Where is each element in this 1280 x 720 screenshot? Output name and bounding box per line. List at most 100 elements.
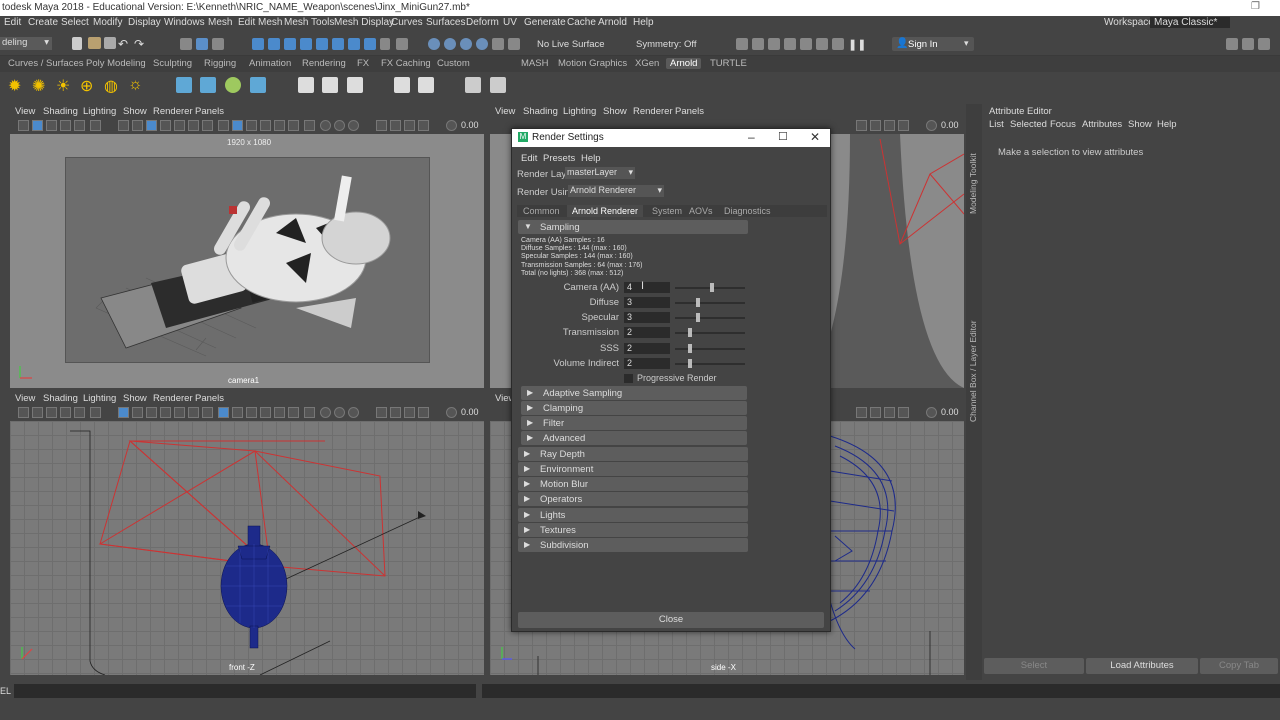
anti-alias-icon[interactable] xyxy=(320,407,331,418)
xray-joints-icon[interactable] xyxy=(870,120,881,131)
film-gate-icon[interactable] xyxy=(132,407,143,418)
shelf-tab-animation[interactable]: Animation xyxy=(249,58,291,69)
vp-menu-renderer[interactable]: Renderer xyxy=(153,106,193,117)
workspace-select[interactable]: Maya Classic* xyxy=(1150,17,1230,28)
xray-icon[interactable] xyxy=(376,120,387,131)
vp-menu-renderer[interactable]: Renderer xyxy=(153,393,193,404)
input-ops-icon[interactable] xyxy=(364,38,376,50)
frame-textures[interactable]: ▶ Textures xyxy=(518,523,748,537)
render-region-icon[interactable] xyxy=(752,38,764,50)
mesh-light-icon[interactable]: ☀ xyxy=(56,76,70,96)
shelf-tab-sculpting[interactable]: Sculpting xyxy=(153,58,192,69)
volume-indirect-slider[interactable] xyxy=(675,363,745,365)
render-settings-icon[interactable] xyxy=(476,38,488,50)
vp-menu-lighting[interactable]: Lighting xyxy=(563,106,596,117)
lasso-tool-icon[interactable] xyxy=(196,38,208,50)
menu-create[interactable]: Create xyxy=(28,17,58,28)
vp-menu-shading[interactable]: Shading xyxy=(43,393,78,404)
restore-icon[interactable]: ❐ xyxy=(1251,1,1260,12)
two-d-pan-icon[interactable] xyxy=(74,120,85,131)
frame-lights[interactable]: ▶ Lights xyxy=(518,508,748,522)
ae-menu-focus[interactable]: Focus xyxy=(1050,119,1076,130)
select-camera-icon[interactable] xyxy=(18,120,29,131)
select-camera-icon[interactable] xyxy=(18,407,29,418)
menu-mesh-tools[interactable]: Mesh Tools xyxy=(284,17,334,28)
slider-knob[interactable] xyxy=(696,298,701,307)
camera-attr-icon[interactable] xyxy=(32,120,43,131)
render-using-select[interactable]: Arnold Renderer ▾ xyxy=(568,185,664,197)
textured-icon[interactable] xyxy=(260,120,271,131)
snap-projected-icon[interactable] xyxy=(300,38,312,50)
export-ass-icon[interactable] xyxy=(250,77,266,93)
arnold-ipr-icon[interactable] xyxy=(816,38,828,50)
grid-icon[interactable] xyxy=(118,407,129,418)
frame-motion-blur[interactable]: ▶ Motion Blur xyxy=(518,477,748,491)
arnold-log-icon[interactable] xyxy=(418,77,434,93)
menu-mesh[interactable]: Mesh xyxy=(208,17,232,28)
menu-curves[interactable]: Curves xyxy=(391,17,423,28)
gate-mask-icon[interactable] xyxy=(160,407,171,418)
menu-modify[interactable]: Modify xyxy=(93,17,122,28)
ipr-render-icon[interactable] xyxy=(460,38,472,50)
vp-menu-show[interactable]: Show xyxy=(123,106,147,117)
grid-icon[interactable] xyxy=(118,120,129,131)
flush-cache-icon[interactable] xyxy=(298,77,314,93)
menu-help[interactable]: Help xyxy=(633,17,654,28)
ae-menu-list[interactable]: List xyxy=(989,119,1004,130)
ambient-occlusion-icon[interactable] xyxy=(304,120,315,131)
shelf-tab-motion-graphics[interactable]: Motion Graphics xyxy=(558,58,627,69)
persp-view[interactable]: 1920 x 1080 camera1 xyxy=(10,134,484,388)
rs-menu-presets[interactable]: Presets xyxy=(543,153,575,164)
shelf-tab-arnold[interactable]: Arnold xyxy=(666,58,702,69)
transmission-field[interactable]: 2 xyxy=(624,327,670,338)
slider-knob[interactable] xyxy=(688,328,693,337)
menu-select[interactable]: Select xyxy=(61,17,89,28)
paint-select-icon[interactable] xyxy=(212,38,224,50)
menu-edit[interactable]: Edit xyxy=(4,17,21,28)
close-icon[interactable]: ✕ xyxy=(810,130,820,144)
xray-components-icon[interactable] xyxy=(404,407,415,418)
exposure-value[interactable]: 0.00 xyxy=(941,120,959,130)
bookmark-icon[interactable] xyxy=(46,407,57,418)
vp-menu-panels[interactable]: Panels xyxy=(195,393,224,404)
sss-slider[interactable] xyxy=(675,348,745,350)
photometric-light-icon[interactable]: ⊕ xyxy=(80,76,93,96)
exposure-value[interactable]: 0.00 xyxy=(941,407,959,417)
shelf-tab-turtle[interactable]: TURTLE xyxy=(710,58,747,69)
snapshot-icon[interactable] xyxy=(768,38,780,50)
play-icon[interactable] xyxy=(490,77,506,93)
dof-icon[interactable] xyxy=(334,120,345,131)
transmission-slider[interactable] xyxy=(675,332,745,334)
menu-surfaces[interactable]: Surfaces xyxy=(426,17,465,28)
ae-menu-selected[interactable]: Selected xyxy=(1010,119,1047,130)
vp-menu-shading[interactable]: Shading xyxy=(523,106,558,117)
vp-menu-panels[interactable]: Panels xyxy=(675,106,704,117)
arnold-render-icon[interactable] xyxy=(800,38,812,50)
shelf-tab-rendering[interactable]: Rendering xyxy=(302,58,346,69)
undo-icon[interactable]: ↶ xyxy=(118,37,128,51)
frame-filter[interactable]: ▶ Filter xyxy=(521,416,747,430)
dof-icon[interactable] xyxy=(334,407,345,418)
shadows-icon[interactable] xyxy=(288,407,299,418)
xray-icon[interactable] xyxy=(856,407,867,418)
diffuse-field[interactable]: 3 xyxy=(624,297,670,308)
smooth-shade-icon[interactable] xyxy=(232,120,243,131)
tab-arnold-renderer[interactable]: Arnold Renderer xyxy=(567,205,644,217)
render-current-icon[interactable] xyxy=(444,38,456,50)
minimize-icon[interactable]: – xyxy=(748,130,755,144)
viewport-render-icon[interactable] xyxy=(465,77,481,93)
menu-arnold[interactable]: Arnold xyxy=(598,17,627,28)
shelf-tab-fx-caching[interactable]: FX Caching xyxy=(381,58,431,69)
hud-icon[interactable] xyxy=(898,407,909,418)
specular-slider[interactable] xyxy=(675,317,745,319)
frame-clamping[interactable]: ▶ Clamping xyxy=(521,401,747,415)
construction-history-icon[interactable] xyxy=(396,38,408,50)
ae-menu-attributes[interactable]: Attributes xyxy=(1082,119,1122,130)
frame-sampling[interactable]: ▼ Sampling xyxy=(518,220,748,234)
sss-field[interactable]: 2 xyxy=(624,343,670,354)
xray-joints-icon[interactable] xyxy=(390,407,401,418)
ambient-occlusion-icon[interactable] xyxy=(304,407,315,418)
menu-edit-mesh[interactable]: Edit Mesh xyxy=(238,17,282,28)
xray-components-icon[interactable] xyxy=(884,407,895,418)
wireframe-icon[interactable] xyxy=(218,407,229,418)
